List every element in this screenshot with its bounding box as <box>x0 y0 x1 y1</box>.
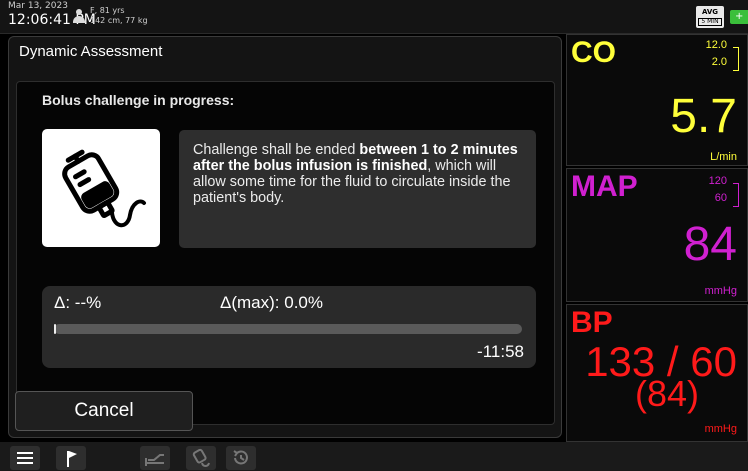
bag-icon[interactable] <box>186 446 216 470</box>
co-unit: L/min <box>710 151 737 163</box>
dynamic-assessment-panel: Dynamic Assessment Bolus challenge in pr… <box>8 36 562 438</box>
map-unit: mmHg <box>704 285 737 297</box>
bed-icon[interactable] <box>140 446 170 470</box>
cancel-button[interactable]: Cancel <box>15 391 193 431</box>
co-label: CO <box>571 36 616 69</box>
map-label: MAP <box>571 170 638 203</box>
co-tile[interactable]: CO 12.0 2.0 5.7 L/min <box>566 34 748 166</box>
map-limits: 120 60 <box>709 173 727 207</box>
bp-label: BP <box>571 306 613 339</box>
progress-fill <box>54 324 56 334</box>
map-limit-bracket <box>733 183 739 207</box>
history-icon[interactable] <box>226 446 256 470</box>
challenge-status: Bolus challenge in progress: <box>42 92 235 108</box>
bp-unit: mmHg <box>704 423 737 435</box>
panel-title: Dynamic Assessment <box>19 43 163 60</box>
patient-size: 142 cm, 77 kg <box>90 16 148 25</box>
bolus-challenge-card: Bolus challenge in progress: Challenge s… <box>16 81 555 425</box>
iv-bag-icon <box>42 129 160 247</box>
averaging-badge[interactable]: AVG 5 MIN <box>696 6 724 28</box>
progress-bar <box>54 324 522 334</box>
co-value: 5.7 <box>670 90 737 143</box>
flag-icon[interactable] <box>56 446 86 470</box>
co-lower-limit: 2.0 <box>711 56 727 68</box>
map-tile[interactable]: MAP 120 60 84 mmHg <box>566 168 748 302</box>
map-upper-limit: 120 <box>708 175 727 187</box>
avg-interval: 5 MIN <box>698 18 722 26</box>
co-upper-limit: 12.0 <box>705 39 727 51</box>
bp-mean: (84) <box>634 373 699 414</box>
bp-tile[interactable]: BP 133 / 60 (84) mmHg <box>566 304 748 442</box>
menu-icon[interactable] <box>10 446 40 470</box>
bottom-toolbar <box>0 442 748 471</box>
status-bar: Mar 13, 2023 12:06:41 PM F, 81 yrs 142 c… <box>0 0 748 34</box>
co-limit-bracket <box>733 47 739 71</box>
instruction-text-1: Challenge shall be ended <box>193 142 360 158</box>
battery-charging-icon: + <box>730 10 748 24</box>
remaining-time: -11:58 <box>477 342 524 361</box>
co-limits: 12.0 2.0 <box>706 37 727 71</box>
challenge-progress: Δ: --% Δ(max): 0.0% -11:58 <box>42 286 536 368</box>
challenge-instructions: Challenge shall be ended between 1 to 2 … <box>179 130 536 248</box>
avg-label: AVG <box>701 8 719 16</box>
map-lower-limit: 60 <box>714 192 727 204</box>
delta-value: Δ: --% <box>54 293 102 312</box>
person-icon <box>72 9 86 23</box>
delta-max-value: Δ(max): 0.0% <box>220 293 323 312</box>
map-value: 84 <box>683 218 737 271</box>
patient-demographics: F, 81 yrs <box>90 6 125 15</box>
